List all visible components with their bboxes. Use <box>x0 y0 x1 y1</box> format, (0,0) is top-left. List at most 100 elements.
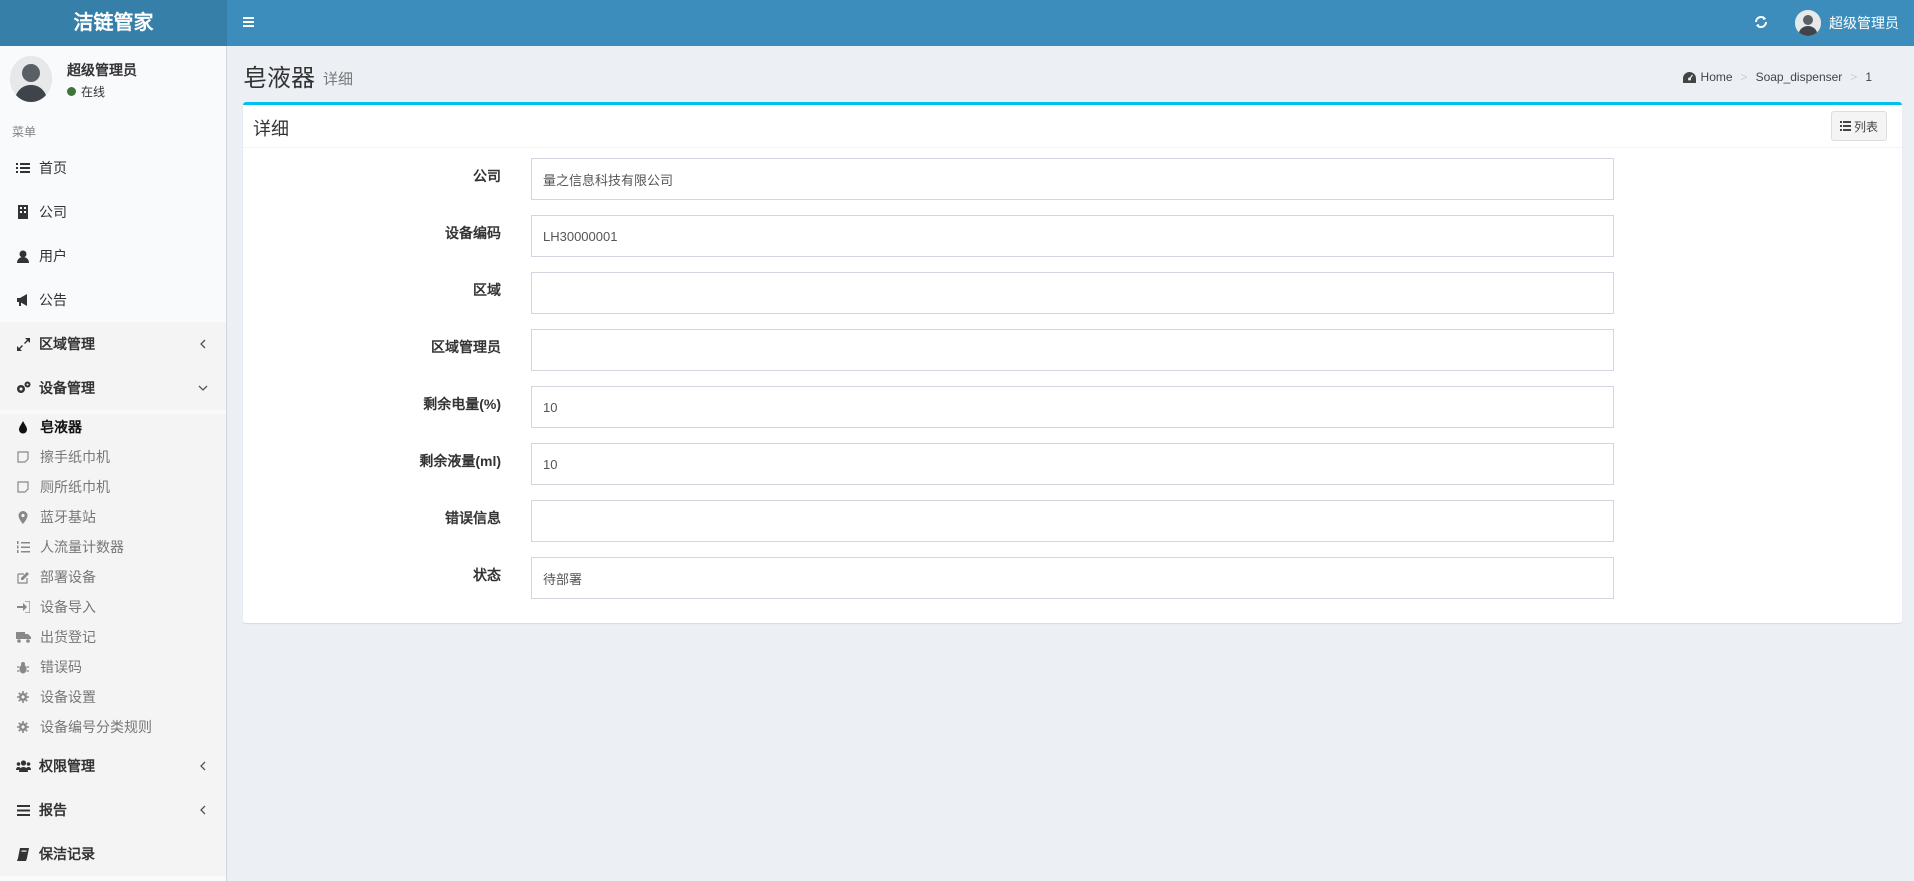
field-label: 剩余液量(ml) <box>419 453 501 469</box>
field-row-liquid: 剩余液量(ml) <box>243 443 1902 485</box>
submenu-item-shipment-registration[interactable]: 出货登记 <box>0 622 226 652</box>
submenu-item-toilet-paper-dispenser[interactable]: 厕所纸巾机 <box>0 472 226 502</box>
sidebar-item-permission-management[interactable]: 权限管理 <box>0 744 226 788</box>
field-label: 区域 <box>473 282 501 298</box>
chevron-down-icon <box>198 380 208 396</box>
status-label: 在线 <box>81 85 106 99</box>
field-label: 设备编码 <box>445 225 501 241</box>
device-code-field[interactable] <box>531 215 1614 257</box>
submenu-item-device-import[interactable]: 设备导入 <box>0 592 226 622</box>
sidebar-item-label: 保洁记录 <box>39 846 95 862</box>
battery-field[interactable] <box>531 386 1614 428</box>
submenu-item-people-counter[interactable]: 人流量计数器 <box>0 532 226 562</box>
sidebar-item-device-management[interactable]: 设备管理 <box>0 366 226 410</box>
field-row-error-info: 错误信息 <box>243 500 1902 542</box>
users-icon <box>15 758 31 774</box>
submenu-item-error-code[interactable]: 错误码 <box>0 652 226 682</box>
sidebar-item-home[interactable]: 首页 <box>0 146 226 190</box>
sidebar-item-company[interactable]: 公司 <box>0 190 226 234</box>
list-icon <box>15 160 31 176</box>
chevron-left-icon <box>198 758 208 774</box>
field-label: 状态 <box>473 567 501 583</box>
sidebar-item-reports[interactable]: 报告 <box>0 788 226 832</box>
edit-icon <box>15 569 31 585</box>
sign-in-icon <box>15 599 31 615</box>
box-title: 详细 <box>253 119 289 139</box>
sidebar: 超级管理员 在线 菜单 首页 公司 用户 公告 区域管理 设备管理 皂液器 擦手… <box>0 46 227 881</box>
submenu-item-device-number-rules[interactable]: 设备编号分类规则 <box>0 712 226 742</box>
submenu-item-label: 人流量计数器 <box>40 539 124 555</box>
submenu-item-label: 厕所纸巾机 <box>40 479 110 495</box>
sidebar-item-label: 报告 <box>39 802 67 818</box>
sticky-note-icon <box>15 479 31 495</box>
menu-header: 菜单 <box>12 125 37 139</box>
cogs-icon <box>15 380 31 396</box>
sidebar-item-region-management[interactable]: 区域管理 <box>0 322 226 366</box>
sidebar-user-name: 超级管理员 <box>67 62 137 78</box>
sidebar-item-label: 区域管理 <box>39 336 95 352</box>
breadcrumb-soap-dispenser[interactable]: Soap_dispenser <box>1756 70 1843 84</box>
submenu-item-label: 皂液器 <box>40 419 82 435</box>
user-menu[interactable]: 超级管理员 <box>1795 0 1899 46</box>
breadcrumb-current: 1 <box>1865 70 1872 84</box>
tint-icon <box>15 419 31 435</box>
list-ol-icon <box>15 539 31 555</box>
bug-icon <box>15 659 31 675</box>
submenu-item-label: 擦手纸巾机 <box>40 449 110 465</box>
submenu-item-label: 设备编号分类规则 <box>40 719 152 735</box>
submenu-item-hand-towel-dispenser[interactable]: 擦手纸巾机 <box>0 442 226 472</box>
field-label: 错误信息 <box>445 510 501 526</box>
hamburger-icon[interactable] <box>237 11 259 33</box>
user-icon <box>15 248 31 264</box>
error-info-field[interactable] <box>531 500 1614 542</box>
expand-icon <box>15 336 31 352</box>
sidebar-item-label: 权限管理 <box>39 758 95 774</box>
submenu-item-label: 错误码 <box>40 659 82 675</box>
list-button[interactable]: 列表 <box>1830 111 1887 141</box>
bars-icon <box>15 802 31 818</box>
breadcrumb-home[interactable]: Home <box>1701 70 1733 84</box>
sidebar-item-label: 设备管理 <box>39 380 95 396</box>
field-label: 公司 <box>473 168 501 184</box>
submenu-item-label: 设备导入 <box>40 599 96 615</box>
liquid-field[interactable] <box>531 443 1614 485</box>
building-icon <box>15 204 31 220</box>
refresh-icon[interactable] <box>1750 11 1772 33</box>
company-field[interactable] <box>531 158 1614 200</box>
field-row-region: 区域 <box>243 272 1902 314</box>
sidebar-item-label: 用户 <box>39 248 67 264</box>
field-row-company: 公司 <box>243 158 1902 200</box>
submenu-item-label: 出货登记 <box>40 629 96 645</box>
field-label: 剩余电量(%) <box>423 396 501 412</box>
app-logo[interactable]: 洁链管家 <box>0 0 227 46</box>
sidebar-item-cleaning-records[interactable]: 保洁记录 <box>0 832 226 876</box>
status-field[interactable] <box>531 557 1614 599</box>
truck-icon <box>15 629 31 645</box>
submenu-item-soap-dispenser[interactable]: 皂液器 <box>0 412 226 442</box>
submenu-item-bluetooth-station[interactable]: 蓝牙基站 <box>0 502 226 532</box>
user-panel: 超级管理员 在线 <box>0 46 227 114</box>
sidebar-item-user[interactable]: 用户 <box>0 234 226 278</box>
page-title: 皂液器 <box>243 65 315 92</box>
list-button-label: 列表 <box>1853 119 1878 134</box>
submenu-item-label: 蓝牙基站 <box>40 509 96 525</box>
field-row-device-code: 设备编码 <box>243 215 1902 257</box>
book-icon <box>15 846 31 862</box>
list-icon <box>1839 121 1851 131</box>
cog-icon <box>15 689 31 705</box>
online-status: 在线 <box>67 83 105 100</box>
region-field[interactable] <box>531 272 1614 314</box>
field-row-status: 状态 <box>243 557 1902 599</box>
submenu-item-deploy-device[interactable]: 部署设备 <box>0 562 226 592</box>
sidebar-item-label: 公司 <box>39 204 67 220</box>
submenu-item-label: 部署设备 <box>40 569 96 585</box>
bullhorn-icon <box>15 292 31 308</box>
avatar <box>1795 10 1821 36</box>
field-row-battery: 剩余电量(%) <box>243 386 1902 428</box>
sidebar-item-announcement[interactable]: 公告 <box>0 278 226 322</box>
dashboard-icon <box>1682 71 1696 83</box>
page-subtitle: 详细 <box>323 71 354 88</box>
region-manager-field[interactable] <box>531 329 1614 371</box>
breadcrumb-separator: > <box>1740 70 1748 84</box>
submenu-item-device-settings[interactable]: 设备设置 <box>0 682 226 712</box>
